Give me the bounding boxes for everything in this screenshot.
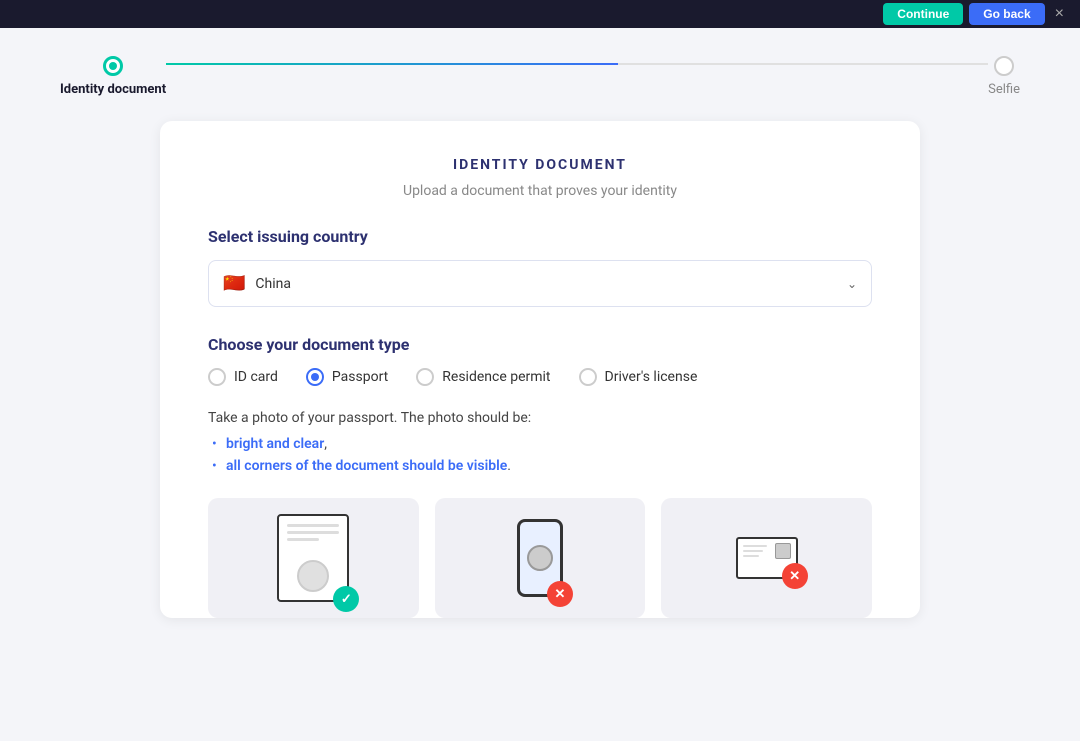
x-icon-phone: ✕ <box>547 581 573 607</box>
radio-passport <box>306 368 324 386</box>
x-icon-partial: ✕ <box>782 563 808 589</box>
doc-photo <box>775 543 791 559</box>
progress-bar: Identity document Selfie <box>40 56 1040 97</box>
close-button[interactable]: × <box>1055 5 1064 23</box>
progress-line-fill <box>166 63 618 65</box>
doctype-section-label: Choose your document type <box>208 335 872 354</box>
doc-line-3 <box>743 555 759 557</box>
instruction-2-text: all corners of the document should be vi… <box>226 458 507 474</box>
instruction-2: all corners of the document should be vi… <box>212 458 872 474</box>
radio-residence-permit <box>416 368 434 386</box>
phone-illustration: ✕ <box>517 519 563 597</box>
step-1-dot <box>103 56 123 76</box>
country-select[interactable]: 🇨🇳 China ⌄ <box>208 260 872 307</box>
instructions: Take a photo of your passport. The photo… <box>208 410 872 474</box>
chevron-down-icon: ⌄ <box>847 277 857 291</box>
phone-face <box>527 545 553 571</box>
passport-face-good <box>297 560 329 592</box>
passport-line-1 <box>287 524 339 527</box>
doc-line-1 <box>743 545 767 547</box>
continue-button[interactable]: Continue <box>883 3 963 25</box>
instruction-1: bright and clear, <box>212 436 872 452</box>
document-type-group: ID card Passport Residence permit Driver… <box>208 368 872 386</box>
doc-illustration: ✕ <box>736 537 798 579</box>
passport-line-2 <box>287 531 339 534</box>
step-2-label: Selfie <box>988 82 1020 97</box>
go-back-button[interactable]: Go back <box>969 3 1044 25</box>
doctype-id-card[interactable]: ID card <box>208 368 278 386</box>
country-section-label: Select issuing country <box>208 227 872 246</box>
doc-line-2 <box>743 550 763 552</box>
step-1-label: Identity document <box>60 82 166 97</box>
step-1-wrapper: Identity document <box>60 56 166 97</box>
passport-illustration-good: ✓ <box>277 514 349 602</box>
doctype-drivers-license-label: Driver's license <box>605 369 698 385</box>
preview-row: ✓ ✕ <box>208 498 872 618</box>
preview-good: ✓ <box>208 498 419 618</box>
radio-id-card <box>208 368 226 386</box>
doctype-drivers-license[interactable]: Driver's license <box>579 368 698 386</box>
identity-document-card: IDENTITY DOCUMENT Upload a document that… <box>160 121 920 618</box>
instructions-text: Take a photo of your passport. The photo… <box>208 410 872 426</box>
top-bar: Continue Go back × <box>0 0 1080 28</box>
preview-bad-partial: ✕ <box>661 498 872 618</box>
doctype-id-card-label: ID card <box>234 369 278 385</box>
doctype-passport[interactable]: Passport <box>306 368 388 386</box>
instructions-list: bright and clear, all corners of the doc… <box>208 436 872 474</box>
main-content: Identity document Selfie IDENTITY DOCUME… <box>0 28 1080 741</box>
step-2-wrapper: Selfie <box>988 56 1020 97</box>
passport-lines-good <box>287 524 339 541</box>
china-flag: 🇨🇳 <box>223 273 245 294</box>
passport-line-3 <box>287 538 318 541</box>
step-2-dot <box>994 56 1014 76</box>
check-icon: ✓ <box>333 586 359 612</box>
doctype-residence-permit-label: Residence permit <box>442 369 550 385</box>
doc-lines <box>743 545 767 557</box>
card-title: IDENTITY DOCUMENT <box>208 157 872 173</box>
card-subtitle: Upload a document that proves your ident… <box>208 183 872 199</box>
radio-drivers-license <box>579 368 597 386</box>
preview-bad-phone: ✕ <box>435 498 646 618</box>
country-name: China <box>255 276 291 292</box>
instruction-1-text: bright and clear <box>226 436 324 452</box>
doctype-residence-permit[interactable]: Residence permit <box>416 368 550 386</box>
doctype-passport-label: Passport <box>332 369 388 385</box>
country-select-wrapper: 🇨🇳 China ⌄ <box>208 260 872 307</box>
